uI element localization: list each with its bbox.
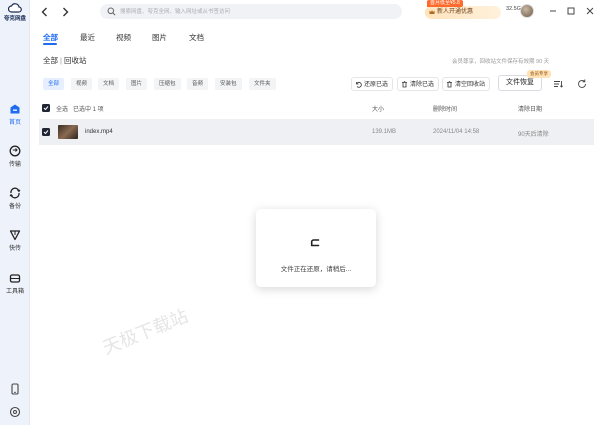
sidebar-item-backup[interactable]: 备份 bbox=[0, 187, 30, 210]
settings-icon[interactable] bbox=[9, 406, 21, 418]
loading-spinner-icon bbox=[310, 239, 320, 247]
phone-icon[interactable] bbox=[9, 383, 21, 395]
empty-bin-button[interactable]: 清空回收站 bbox=[442, 77, 491, 91]
transfer-icon bbox=[9, 145, 21, 157]
breadcrumb-root[interactable]: 全部 bbox=[43, 56, 58, 65]
tab-image[interactable]: 图片 bbox=[152, 32, 167, 43]
crown-icon bbox=[429, 10, 435, 14]
sidebar-item-quick-transfer[interactable]: 快传 bbox=[0, 229, 30, 252]
minimize-icon bbox=[550, 10, 556, 12]
filter-audio[interactable]: 音频 bbox=[187, 78, 209, 90]
vip-tag: 会员专享 bbox=[527, 70, 551, 78]
sidebar-item-label: 备份 bbox=[8, 204, 21, 210]
trash-icon bbox=[447, 81, 452, 88]
sidebar-item-label: 工具箱 bbox=[5, 289, 24, 295]
promo-banner[interactable]: 新人开通优惠 首月低至¥5.8 bbox=[425, 0, 505, 22]
column-expire-date[interactable]: 清除日期 bbox=[518, 104, 542, 113]
sidebar-item-label: 传输 bbox=[8, 162, 21, 168]
maximize-button[interactable] bbox=[565, 5, 577, 17]
tab-document[interactable]: 文档 bbox=[189, 32, 204, 43]
restore-progress-dialog: 文件正在还原，请稍后... bbox=[256, 209, 376, 287]
search-bar[interactable] bbox=[100, 4, 402, 19]
tab-recent[interactable]: 最近 bbox=[80, 32, 95, 43]
filter-video[interactable]: 视频 bbox=[71, 78, 93, 90]
toolbox-icon bbox=[9, 274, 21, 283]
chevron-right-icon bbox=[63, 7, 69, 17]
minimize-button[interactable] bbox=[547, 5, 559, 17]
selected-count: 已选中 1 项 bbox=[73, 107, 104, 113]
home-icon bbox=[10, 104, 20, 114]
filter-all[interactable]: 全部 bbox=[43, 78, 65, 90]
sidebar-item-label: 首页 bbox=[8, 120, 21, 126]
back-button[interactable] bbox=[40, 6, 50, 18]
filter-folder[interactable]: 文件夹 bbox=[249, 78, 276, 90]
close-icon bbox=[586, 7, 594, 15]
chevron-left-icon bbox=[41, 7, 47, 17]
trash-icon bbox=[402, 81, 407, 88]
search-icon bbox=[107, 7, 116, 16]
empty-bin-label: 清空回收站 bbox=[455, 82, 486, 88]
tab-all[interactable]: 全部 bbox=[43, 32, 58, 43]
quick-transfer-icon bbox=[9, 230, 21, 241]
close-button[interactable] bbox=[584, 5, 596, 17]
check-icon bbox=[43, 130, 49, 135]
backup-icon bbox=[9, 187, 21, 199]
check-icon bbox=[43, 106, 49, 111]
sidebar-item-home[interactable]: 首页 bbox=[0, 103, 30, 126]
deleted-time: 2024/11/04 14:58 bbox=[433, 129, 480, 135]
restore-selected-button[interactable]: 还原已选 bbox=[351, 77, 394, 91]
restore-selected-label: 还原已选 bbox=[364, 82, 389, 88]
column-size[interactable]: 大小 bbox=[372, 104, 384, 113]
expire-date: 90天后清除 bbox=[518, 132, 549, 138]
sidebar-item-toolbox[interactable]: 工具箱 bbox=[0, 272, 30, 295]
refresh-icon[interactable] bbox=[576, 78, 588, 90]
table-row[interactable]: index.mp4 139.1MB 2024/11/04 14:58 90天后清… bbox=[39, 119, 594, 145]
retention-note: 会员尊享，回收站文件保存有效期 90 天 bbox=[452, 59, 550, 65]
app-name: 夸克网盘 bbox=[3, 16, 26, 22]
filter-image[interactable]: 图片 bbox=[126, 78, 148, 90]
sidebar-item-label: 快传 bbox=[8, 246, 21, 252]
row-checkbox[interactable] bbox=[42, 128, 50, 136]
file-size: 139.1MB bbox=[372, 129, 397, 135]
promo-tag: 首月低至¥5.8 bbox=[427, 0, 463, 7]
sidebar: 夸克网盘 首页 传输 备份 快传 工具箱 bbox=[0, 0, 30, 425]
column-deleted-time[interactable]: 删除时间 bbox=[433, 104, 457, 113]
breadcrumb-separator: | bbox=[60, 56, 62, 65]
cloud-logo-icon bbox=[8, 3, 22, 13]
promo-label: 新人开通优惠 bbox=[437, 9, 474, 15]
file-name: index.mp4 bbox=[85, 129, 113, 135]
delete-selected-label: 清除已选 bbox=[410, 82, 435, 88]
forward-button[interactable] bbox=[60, 6, 70, 18]
tab-video[interactable]: 视频 bbox=[116, 32, 131, 43]
app-logo[interactable]: 夸克网盘 bbox=[0, 2, 30, 30]
breadcrumb-current: 回收站 bbox=[63, 56, 87, 65]
undo-icon bbox=[356, 81, 362, 88]
search-input[interactable] bbox=[120, 5, 390, 18]
maximize-icon bbox=[567, 7, 575, 15]
select-all-label[interactable]: 全选 bbox=[56, 104, 68, 113]
dialog-message: 文件正在还原，请稍后... bbox=[280, 266, 352, 273]
top-bar: 新人开通优惠 首月低至¥5.8 32.5G/6T bbox=[30, 0, 600, 24]
sidebar-item-transfer[interactable]: 传输 bbox=[0, 145, 30, 168]
filter-installer[interactable]: 安装包 bbox=[215, 78, 242, 90]
avatar[interactable] bbox=[520, 4, 534, 18]
filter-archive[interactable]: 压缩包 bbox=[154, 78, 181, 90]
tab-active-indicator bbox=[43, 43, 57, 45]
select-all-checkbox[interactable] bbox=[42, 104, 50, 112]
breadcrumb: 全部 | 回收站 bbox=[43, 55, 86, 66]
watermark: 天极下载站 bbox=[99, 305, 192, 359]
filter-document[interactable]: 文档 bbox=[98, 78, 120, 90]
sort-icon[interactable] bbox=[552, 78, 564, 90]
delete-selected-button[interactable]: 清除已选 bbox=[397, 77, 440, 91]
promo-button[interactable]: 新人开通优惠 bbox=[425, 6, 501, 19]
video-thumbnail bbox=[58, 125, 78, 139]
